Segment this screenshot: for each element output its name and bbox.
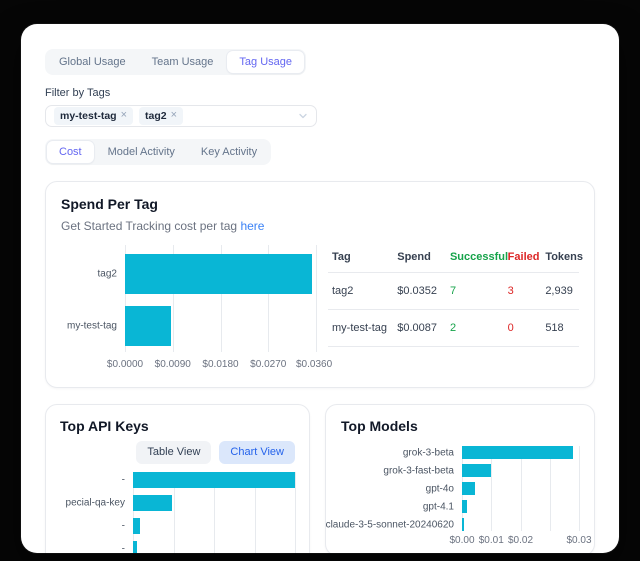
y-axis-label: gpt-4o — [426, 483, 454, 494]
chart-row: - — [133, 518, 295, 534]
chart-view-button[interactable]: Chart View — [219, 441, 295, 464]
gridline — [579, 446, 580, 531]
x-tick-label: $0.03 — [566, 535, 591, 546]
cell-successful: 2 — [446, 310, 504, 347]
view-tablist: Cost Model Activity Key Activity — [45, 139, 271, 165]
chart-row: - — [133, 541, 295, 553]
y-axis-label: - — [122, 475, 125, 486]
app-window: Global Usage Team Usage Tag Usage Filter… — [21, 24, 619, 553]
spend-per-tag-card: Spend Per Tag Get Started Tracking cost … — [45, 181, 595, 388]
bar — [462, 500, 467, 513]
y-axis-label: grok-3-beta — [403, 447, 454, 458]
close-icon[interactable]: × — [171, 108, 177, 123]
col-header-tokens: Tokens — [541, 245, 579, 273]
cell-tag: my-test-tag — [328, 310, 393, 347]
chart-row: - — [133, 472, 295, 488]
y-axis-label: - — [122, 544, 125, 553]
bar — [462, 518, 464, 531]
table-row: tag2 $0.0352 7 3 2,939 — [328, 273, 579, 310]
y-axis-label: tag2 — [98, 269, 117, 280]
bar — [462, 446, 573, 459]
tab-cost[interactable]: Cost — [47, 141, 94, 163]
tab-model-activity[interactable]: Model Activity — [96, 141, 187, 163]
y-axis-label: - — [122, 521, 125, 532]
chart-row: pecial-qa-key — [133, 495, 295, 511]
cell-successful: 7 — [446, 273, 504, 310]
x-axis: $0.00 $0.01 $0.02 $0.03 — [462, 535, 579, 548]
col-header-failed: Failed — [504, 245, 542, 273]
y-axis-label: claude-3-5-sonnet-20240620 — [326, 519, 454, 530]
top-models-chart: grok-3-beta grok-3-fast-beta gpt-4o gpt-… — [462, 446, 579, 531]
get-started-link[interactable]: here — [240, 219, 264, 233]
tag-chip: my-test-tag × — [54, 107, 133, 124]
x-tick-label: $0.0270 — [250, 359, 286, 370]
spend-per-tag-chart: tag2 my-test-tag $0.0000 $0.0090 $0.0180… — [61, 245, 316, 372]
y-axis-label: pecial-qa-key — [66, 498, 125, 509]
y-axis-label: grok-3-fast-beta — [383, 465, 454, 476]
tab-tag-usage[interactable]: Tag Usage — [227, 51, 304, 73]
chart-row: gpt-4.1 — [462, 500, 579, 513]
x-tick-label: $0.02 — [508, 535, 533, 546]
x-tick-label: $0.00 — [449, 535, 474, 546]
chevron-down-icon[interactable] — [298, 111, 308, 121]
cell-spend: $0.0087 — [393, 310, 446, 347]
y-axis-label: my-test-tag — [67, 321, 117, 332]
x-tick-label: $0.0360 — [296, 359, 332, 370]
bar — [133, 495, 172, 511]
subtitle-text: Get Started Tracking cost per tag — [61, 219, 237, 233]
tab-global-usage[interactable]: Global Usage — [47, 51, 138, 73]
spend-per-tag-subtitle: Get Started Tracking cost per tag here — [61, 219, 579, 233]
spend-per-tag-table: Tag Spend Successful Failed Tokens tag2 … — [328, 245, 579, 372]
top-api-keys-title: Top API Keys — [60, 418, 295, 434]
col-header-successful: Successful — [446, 245, 504, 273]
tab-team-usage[interactable]: Team Usage — [140, 51, 226, 73]
gridline — [295, 472, 296, 553]
cell-tag: tag2 — [328, 273, 393, 310]
table-view-button[interactable]: Table View — [136, 441, 211, 464]
x-axis: $0.0000 $0.0090 $0.0180 $0.0270 $0.0360 — [125, 359, 316, 372]
cell-failed: 0 — [504, 310, 542, 347]
filter-by-tags-label: Filter by Tags — [45, 87, 595, 99]
chart-row: grok-3-beta — [462, 446, 579, 459]
cell-tokens: 2,939 — [541, 273, 579, 310]
tag-filter-select[interactable]: my-test-tag × tag2 × — [45, 105, 317, 127]
x-tick-label: $0.0180 — [202, 359, 238, 370]
tab-key-activity[interactable]: Key Activity — [189, 141, 269, 163]
table-row: my-test-tag $0.0087 2 0 518 — [328, 310, 579, 347]
top-models-card: Top Models grok-3-beta grok-3-fast-beta … — [325, 404, 595, 553]
top-models-title: Top Models — [341, 418, 579, 434]
spend-per-tag-title: Spend Per Tag — [61, 196, 579, 212]
x-tick-label: $0.0090 — [155, 359, 191, 370]
chart-row: grok-3-fast-beta — [462, 464, 579, 477]
col-header-tag: Tag — [328, 245, 393, 273]
tag-chip: tag2 × — [139, 107, 183, 124]
bar — [125, 254, 312, 294]
chart-row: gpt-4o — [462, 482, 579, 495]
cell-failed: 3 — [504, 273, 542, 310]
col-header-spend: Spend — [393, 245, 446, 273]
close-icon[interactable]: × — [121, 108, 127, 123]
bar — [462, 482, 475, 495]
bar — [133, 518, 140, 534]
chart-row: claude-3-5-sonnet-20240620 — [462, 518, 579, 531]
top-api-keys-card: Top API Keys Table View Chart View - pec… — [45, 404, 310, 553]
cell-spend: $0.0352 — [393, 273, 446, 310]
top-api-keys-chart: - pecial-qa-key - - - — [133, 472, 295, 553]
bar — [125, 306, 171, 346]
cell-tokens: 518 — [541, 310, 579, 347]
chart-row: my-test-tag — [125, 306, 316, 346]
usage-tablist: Global Usage Team Usage Tag Usage — [45, 49, 306, 75]
y-axis-label: gpt-4.1 — [423, 501, 454, 512]
x-tick-label: $0.0000 — [107, 359, 143, 370]
bar — [133, 472, 295, 488]
tag-chip-label: tag2 — [145, 109, 167, 124]
chart-row: tag2 — [125, 254, 316, 294]
gridline — [316, 245, 317, 352]
x-tick-label: $0.01 — [479, 535, 504, 546]
tag-chip-label: my-test-tag — [60, 109, 117, 124]
bar — [133, 541, 137, 553]
bar — [462, 464, 491, 477]
